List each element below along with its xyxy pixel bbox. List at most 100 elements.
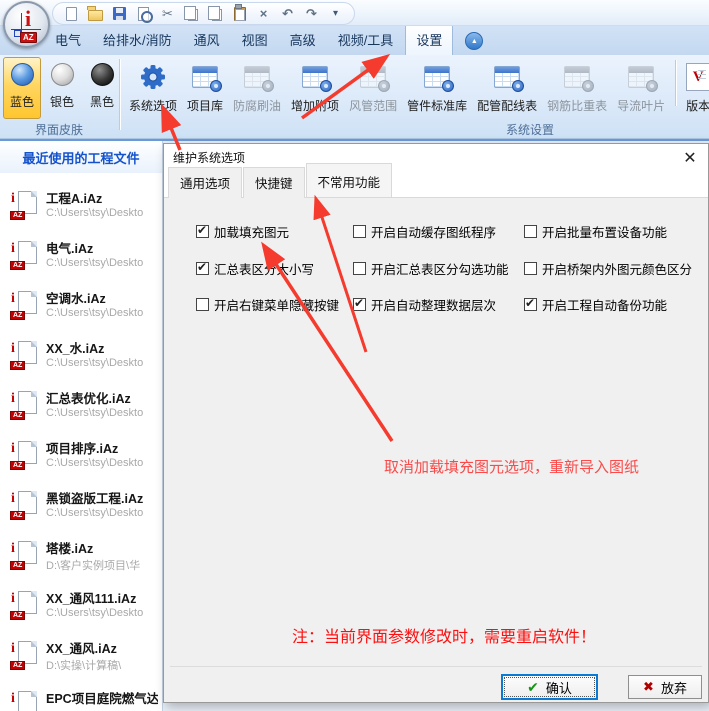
skin-silver-button[interactable]: 银色 xyxy=(43,57,81,119)
rebar-weight-table-button[interactable]: 钢筋比重表 xyxy=(542,58,612,114)
list-item[interactable]: iAZ 塔楼.iAz D:\客户实例项目\华 xyxy=(0,533,162,583)
checkbox-auto-organize-data[interactable]: 开启自动整理数据层次 xyxy=(353,295,496,314)
table-gear-icon xyxy=(564,62,590,92)
tab-settings[interactable]: 设置 xyxy=(405,24,453,55)
redo-icon[interactable]: ↷ xyxy=(303,5,320,22)
add-attachment-button[interactable]: 增加附项 xyxy=(286,58,344,114)
dialog-body: 加载填充图元 汇总表区分大小写 开启右键菜单隐藏按键 开启自动缓存图纸程序 开启… xyxy=(164,198,708,702)
tab-ventilation[interactable]: 通风 xyxy=(184,25,230,55)
tab-shortcuts[interactable]: 快捷键 xyxy=(243,167,305,198)
tab-plumbing-fire[interactable]: 给排水/消防 xyxy=(93,25,182,55)
version-button[interactable]: V 版本 xyxy=(681,58,709,114)
file-path: C:\Users\tsy\Deskto xyxy=(46,457,158,469)
checkbox-box[interactable] xyxy=(524,298,537,311)
checkbox-box[interactable] xyxy=(353,298,366,311)
skin-black-button[interactable]: 黑色 xyxy=(83,57,121,119)
checkbox-box[interactable] xyxy=(196,262,209,275)
abandon-button-label: 放弃 xyxy=(661,678,687,697)
iaz-file-icon: iAZ xyxy=(10,241,37,270)
ribbon-item-separator xyxy=(675,60,676,106)
checkbox-label: 开启批量布置设备功能 xyxy=(542,222,667,241)
checkbox-box[interactable] xyxy=(196,225,209,238)
table-gear-icon xyxy=(244,62,270,92)
copy-icon[interactable] xyxy=(183,5,200,22)
logo-i-glyph: i xyxy=(25,8,31,30)
ribbon-tab-row: 电气 给排水/消防 通风 视图 高级 视频/工具 设置 ▲ xyxy=(0,26,709,55)
tab-general-options[interactable]: 通用选项 xyxy=(168,167,242,198)
tab-advanced[interactable]: 高级 xyxy=(280,25,326,55)
guide-vane-button[interactable]: 导流叶片 xyxy=(612,58,670,114)
app-logo-icon[interactable]: i AZ xyxy=(3,1,50,48)
delete-icon[interactable]: × xyxy=(255,5,272,22)
confirm-button[interactable]: ✔ 确认 xyxy=(501,674,598,700)
list-item[interactable]: iAZ 汇总表优化.iAz C:\Users\tsy\Deskto xyxy=(0,383,162,433)
checkbox-box[interactable] xyxy=(524,225,537,238)
list-item[interactable]: iAZ 黑锁盗版工程.iAz C:\Users\tsy\Deskto xyxy=(0,483,162,533)
silver-sphere-icon xyxy=(51,63,74,86)
checkbox-load-fill-elements[interactable]: 加载填充图元 xyxy=(196,222,289,241)
checkbox-box[interactable] xyxy=(524,262,537,275)
list-item[interactable]: iAZ XX_通风.iAz D:\实操\计算稿\ xyxy=(0,633,162,683)
more-icon[interactable]: ▾ xyxy=(327,5,344,22)
checkbox-box[interactable] xyxy=(353,262,366,275)
checkbox-summary-tick-function[interactable]: 开启汇总表区分勾选功能 xyxy=(353,259,509,278)
ribbon-item-label: 版本 xyxy=(686,97,709,114)
ribbon-item-label: 风管范围 xyxy=(349,97,397,114)
checkbox-auto-backup[interactable]: 开启工程自动备份功能 xyxy=(524,295,667,314)
list-item[interactable]: iAZ 工程A.iAz C:\Users\tsy\Deskto xyxy=(0,183,162,233)
print-preview-icon[interactable] xyxy=(135,5,152,22)
pipe-fitting-standard-button[interactable]: 管件标准库 xyxy=(402,58,472,114)
paste-icon[interactable] xyxy=(231,5,248,22)
piping-wiring-table-button[interactable]: 配管配线表 xyxy=(472,58,542,114)
undo-icon[interactable]: ↶ xyxy=(279,5,296,22)
list-item[interactable]: iAZ XX_水.iAz C:\Users\tsy\Deskto xyxy=(0,333,162,383)
iaz-file-icon: iAZ xyxy=(10,191,37,220)
system-options-button[interactable]: 系统选项 xyxy=(124,58,182,114)
list-item[interactable]: iAZ 电气.iAz C:\Users\tsy\Deskto xyxy=(0,233,162,283)
list-item[interactable]: iAZ 空调水.iAz C:\Users\tsy\Deskto xyxy=(0,283,162,333)
iaz-file-icon: iAZ xyxy=(10,591,37,620)
checkbox-label: 开启右键菜单隐藏按键 xyxy=(214,295,339,314)
checkbox-box[interactable] xyxy=(196,298,209,311)
close-icon[interactable]: ✕ xyxy=(672,144,708,171)
tab-view[interactable]: 视图 xyxy=(232,25,278,55)
checkbox-label: 开启自动整理数据层次 xyxy=(371,295,496,314)
open-file-icon[interactable] xyxy=(87,5,104,22)
tab-electrical[interactable]: 电气 xyxy=(45,25,91,55)
file-name: 塔楼.iAz xyxy=(46,538,158,557)
file-path: C:\Users\tsy\Deskto xyxy=(46,307,158,319)
version-doc-icon: V xyxy=(686,62,709,92)
skin-blue-button[interactable]: 蓝色 xyxy=(3,57,41,119)
checkbox-batch-place-equipment[interactable]: 开启批量布置设备功能 xyxy=(524,222,667,241)
new-file-icon[interactable] xyxy=(63,5,80,22)
file-name: 汇总表优化.iAz xyxy=(46,388,158,407)
list-item[interactable]: iAZ 项目排序.iAz C:\Users\tsy\Deskto xyxy=(0,433,162,483)
table-gear-icon xyxy=(360,62,386,92)
checkbox-box[interactable] xyxy=(353,225,366,238)
duct-range-button[interactable]: 风管范围 xyxy=(344,58,402,114)
list-item[interactable]: iAZ XX_通风111.iAz C:\Users\tsy\Deskto xyxy=(0,583,162,633)
list-item[interactable]: iAZ EPC项目庭院燃气达 xyxy=(0,683,162,711)
tab-video-tools[interactable]: 视频/工具 xyxy=(328,25,404,55)
anticorrosion-paint-button[interactable]: 防腐刷油 xyxy=(228,58,286,114)
cut-icon[interactable]: ✂ xyxy=(159,5,176,22)
abandon-button[interactable]: ✖ 放弃 xyxy=(628,675,702,699)
table-gear-icon xyxy=(192,62,218,92)
tab-uncommon-functions[interactable]: 不常用功能 xyxy=(306,163,393,197)
save-icon[interactable] xyxy=(111,5,128,22)
checkbox-auto-cache-drawings[interactable]: 开启自动缓存图纸程序 xyxy=(353,222,496,241)
file-path: C:\Users\tsy\Deskto xyxy=(46,507,158,519)
checkbox-rightclick-hide-buttons[interactable]: 开启右键菜单隐藏按键 xyxy=(196,295,339,314)
checkbox-tray-color-distinction[interactable]: 开启桥架内外图元颜色区分 xyxy=(524,259,692,278)
group-label-system-settings: 系统设置 xyxy=(455,121,605,138)
collapse-ribbon-icon[interactable]: ▲ xyxy=(465,32,483,50)
skin-group: 蓝色 银色 黑色 xyxy=(3,57,123,119)
iaz-file-icon: iAZ xyxy=(10,541,37,570)
checkbox-summary-case-sensitive[interactable]: 汇总表区分大小写 xyxy=(196,259,314,278)
file-name: XX_水.iAz xyxy=(46,338,158,357)
duplicate-icon[interactable] xyxy=(207,5,224,22)
ribbon-item-label: 管件标准库 xyxy=(407,97,467,114)
recent-file-list: iAZ 工程A.iAz C:\Users\tsy\Deskto iAZ 电气.i… xyxy=(0,173,162,711)
project-library-button[interactable]: 项目库 xyxy=(182,58,228,114)
file-path: C:\Users\tsy\Deskto xyxy=(46,357,158,369)
